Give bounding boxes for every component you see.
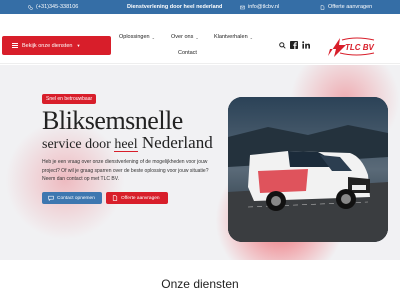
subtitle-part: Nederland [137, 133, 213, 152]
mail-icon [240, 5, 245, 9]
van-illustration [228, 97, 388, 242]
phone-link[interactable]: (+31)345-338106 [28, 0, 78, 14]
nav-label: Oplossingen [119, 34, 150, 40]
hero-subtitle: service door heel Nederland [42, 133, 213, 153]
contact-button-label: Contact opnemen [57, 195, 95, 201]
topbar-quote-label: Offerte aanvragen [328, 4, 373, 10]
nav-label: Contact [178, 50, 197, 56]
nav-over-ons[interactable]: Over ons ⌄ [171, 34, 199, 40]
hero-lead: Heb je een vraag over onze dienstverleni… [42, 159, 209, 182]
nav-klantverhalen[interactable]: Klantverhalen ⌄ [214, 34, 253, 40]
facebook-icon[interactable] [290, 41, 298, 49]
contact-button[interactable]: Contact opnemen [42, 192, 102, 204]
nav-label: Klantverhalen [214, 34, 248, 40]
nav-label: Over ons [171, 34, 194, 40]
document-icon [112, 195, 118, 201]
chat-icon [48, 195, 54, 201]
linkedin-icon[interactable] [302, 41, 310, 49]
site-header: Bekijk onze diensten ▼ Oplossingen ⌄ Ove… [0, 14, 400, 64]
offer-button-label: Offerte aanvragen [121, 195, 160, 201]
email-address: info@tlcbv.nl [248, 4, 280, 10]
logo-mark: TLC BV [328, 37, 375, 57]
phone-icon [28, 4, 33, 10]
chevron-down-icon: ⌄ [249, 34, 253, 40]
hero-section: Snel en betrouwbaar Bliksemsnelle servic… [0, 65, 400, 260]
chevron-down-icon: ▼ [76, 43, 81, 48]
subtitle-part: service door [42, 137, 115, 152]
services-menu-button[interactable]: Bekijk onze diensten ▼ [2, 36, 111, 55]
nav-oplossingen[interactable]: Oplossingen ⌄ [119, 34, 155, 40]
tlc-logo[interactable]: TLC BV [326, 36, 378, 58]
hero-title: Bliksemsnelle [42, 106, 183, 135]
services-button-label: Bekijk onze diensten [22, 42, 73, 49]
subtitle-highlight: heel [114, 137, 138, 152]
email-link[interactable]: info@tlcbv.nl [240, 0, 279, 14]
top-bar: (+31)345-338106 Dienstverlening door hee… [0, 0, 400, 14]
document-icon [320, 4, 325, 10]
services-section-title: Onze diensten [161, 277, 239, 291]
chevron-down-icon: ⌄ [195, 34, 199, 40]
hero-tag: Snel en betrouwbaar [42, 94, 97, 104]
nav-contact[interactable]: Contact [178, 50, 197, 56]
hero-van-photo [228, 97, 388, 242]
svg-text:TLC BV: TLC BV [345, 43, 375, 52]
phone-number: (+31)345-338106 [36, 4, 79, 10]
chevron-down-icon: ⌄ [151, 34, 155, 40]
header-icons [279, 41, 310, 49]
search-icon[interactable] [279, 41, 286, 49]
offer-button[interactable]: Offerte aanvragen [106, 192, 168, 204]
hamburger-icon [12, 43, 18, 48]
slogan: Dienstverlening door heel nederland [127, 4, 223, 10]
topbar-quote-link[interactable]: Offerte aanvragen [320, 0, 372, 14]
